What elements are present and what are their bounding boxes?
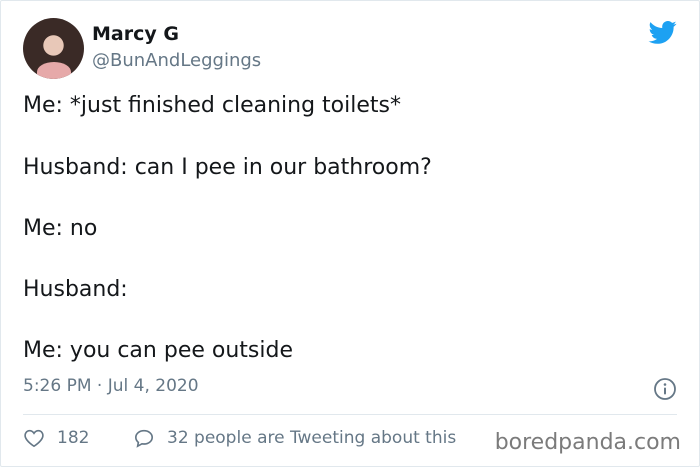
avatar[interactable] (23, 18, 84, 79)
info-icon[interactable] (653, 377, 677, 401)
tweet-line: Me: you can pee outside (23, 338, 293, 363)
tweet-timestamp[interactable]: 5:26 PM · Jul 4, 2020 (23, 376, 199, 396)
tweet-line: Me: *just finished cleaning toilets* (23, 93, 401, 118)
author-name[interactable]: Marcy G (92, 23, 179, 45)
like-action[interactable]: 182 (23, 428, 89, 448)
watermark: boredpanda.com (494, 430, 681, 455)
tweet-card: Marcy G @BunAndLeggings Me: *just finish… (0, 0, 700, 467)
tweet-line: Husband: can I pee in our bathroom? (23, 155, 432, 180)
comment-icon[interactable] (133, 428, 155, 448)
heart-icon[interactable] (23, 428, 45, 448)
divider (23, 414, 677, 415)
comment-count-text[interactable]: 32 people are Tweeting about this (167, 428, 456, 448)
like-count: 182 (57, 428, 90, 448)
tweet-line: Husband: (23, 277, 128, 302)
tweet-line: Me: no (23, 216, 98, 241)
author-handle[interactable]: @BunAndLeggings (92, 50, 261, 71)
comment-action[interactable]: 32 people are Tweeting about this (133, 428, 456, 448)
twitter-bird-icon[interactable] (647, 18, 679, 46)
